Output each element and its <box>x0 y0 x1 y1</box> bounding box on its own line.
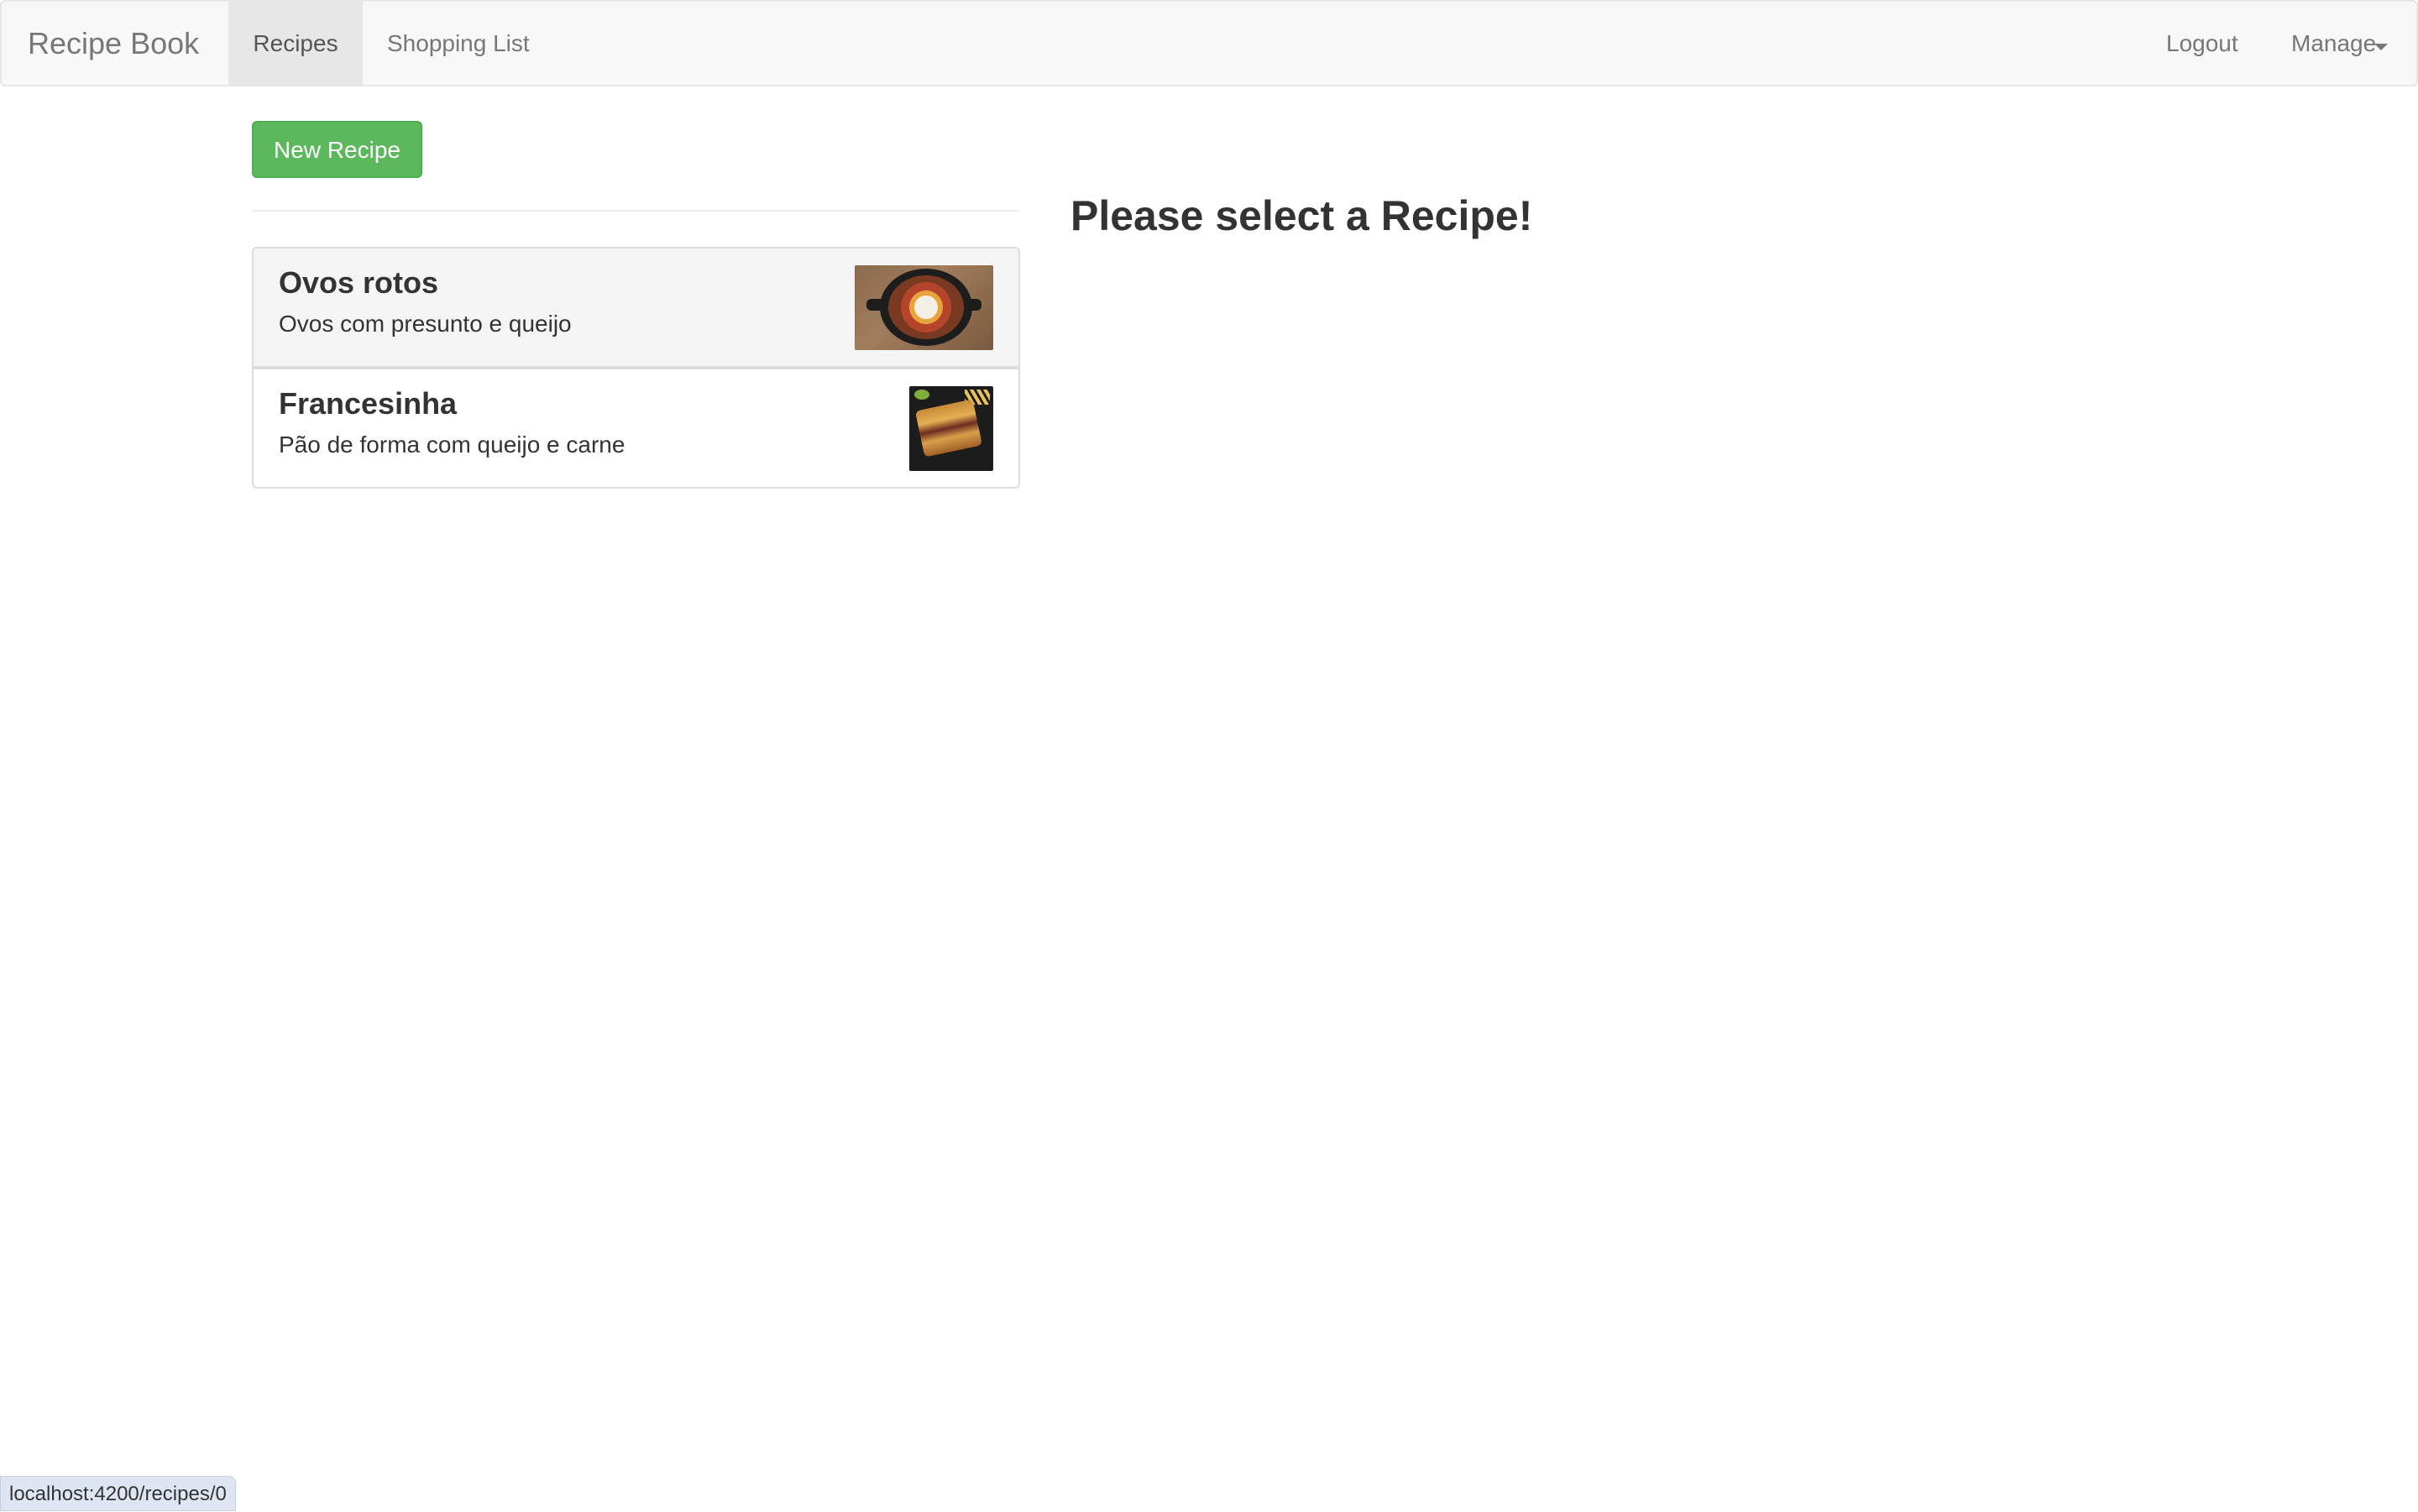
recipe-name: Ovos rotos <box>279 265 439 300</box>
recipe-name: Francesinha <box>279 386 458 421</box>
divider <box>252 210 1020 212</box>
recipe-thumbnail-image <box>909 386 993 471</box>
new-recipe-button[interactable]: New Recipe <box>252 121 422 178</box>
nav-shopping-list-tab[interactable]: Shopping List <box>362 2 555 86</box>
browser-status-url: localhost:4200/recipes/0 <box>0 1476 236 1511</box>
caret-down-icon <box>2374 44 2389 50</box>
select-recipe-placeholder: Please select a Recipe! <box>1070 192 1533 239</box>
manage-dropdown-label: Manage <box>2291 30 2377 56</box>
recipe-description: Pão de forma com queijo e carne <box>279 432 625 458</box>
top-navbar: Recipe Book Recipes Shopping List Logout… <box>0 0 2418 86</box>
recipe-list-item-francesinha[interactable]: Francesinha Pão de forma com queijo e ca… <box>252 368 1020 489</box>
brand-link[interactable]: Recipe Book <box>28 2 199 86</box>
recipe-description: Ovos com presunto e queijo <box>279 311 572 337</box>
recipe-list-item-ovos-rotos[interactable]: Ovos rotos Ovos com presunto e queijo <box>252 247 1020 368</box>
recipe-thumbnail-image <box>855 265 993 350</box>
nav-recipes-tab[interactable]: Recipes <box>228 2 363 86</box>
logout-link[interactable]: Logout <box>2141 2 2264 86</box>
manage-dropdown[interactable]: Manage <box>2266 2 2400 86</box>
